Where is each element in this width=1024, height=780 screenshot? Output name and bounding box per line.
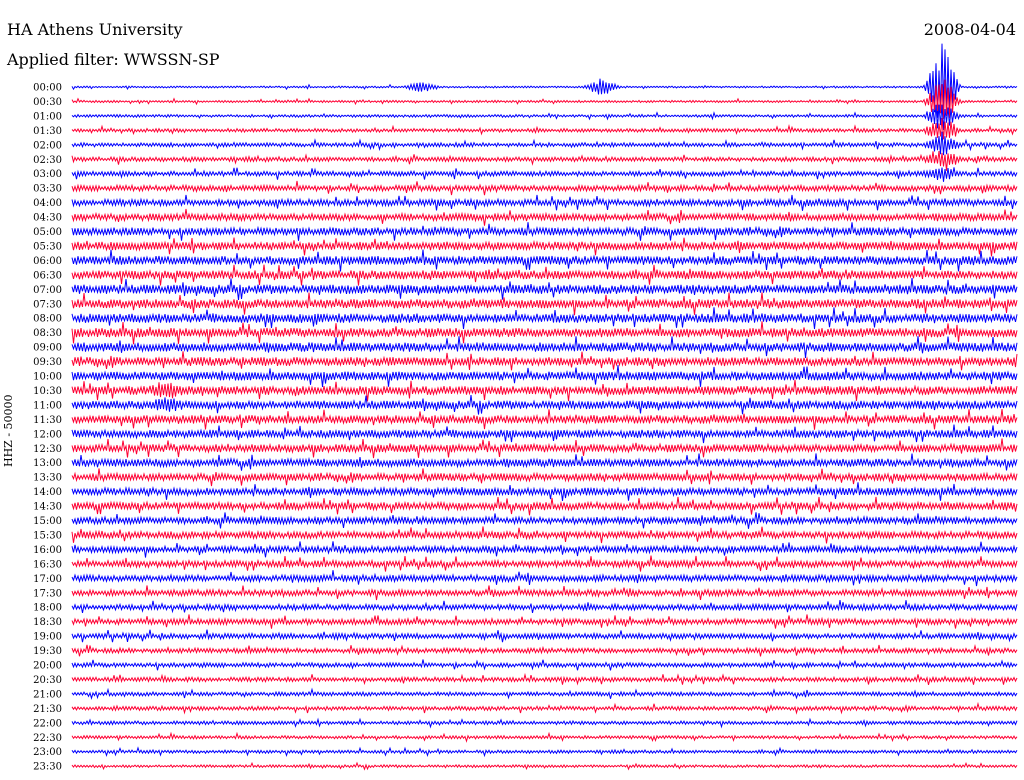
- trace-row-1200: [71, 424, 1018, 444]
- trace-row-2000: [71, 659, 1018, 671]
- trace-row-0530: [71, 237, 1018, 257]
- time-tick-label: 23:30: [33, 762, 62, 773]
- time-tick-label: 01:30: [33, 126, 62, 137]
- trace-row-1800: [71, 600, 1018, 614]
- trace-row-0130: [71, 118, 1018, 140]
- trace-row-1100: [71, 394, 1018, 415]
- time-tick-label: 12:00: [33, 429, 62, 440]
- trace-row-0730: [71, 292, 1018, 316]
- time-tick-label: 22:00: [33, 718, 62, 729]
- trace-row-1730: [71, 585, 1018, 601]
- trace-row-0400: [71, 194, 1018, 211]
- trace-row-1530: [71, 526, 1018, 544]
- time-tick-label: 09:30: [33, 357, 62, 368]
- time-tick-labels: 00:00 00:30 01:00 01:30 02:00 02:30 03:00 03:30…: [33, 83, 62, 773]
- time-tick-label: 23:00: [33, 747, 62, 758]
- time-tick-label: 14:00: [33, 487, 62, 498]
- time-tick-label: 13:30: [33, 473, 62, 484]
- time-tick-label: 00:30: [33, 97, 62, 108]
- trace-row-1600: [71, 541, 1018, 558]
- trace-row-0000: [71, 43, 1018, 118]
- trace-row-0300: [71, 167, 1018, 182]
- trace-row-2230: [71, 731, 1018, 743]
- seismogram-plot: 00:00 00:30 01:00 01:30 02:00 02:30 03:00 03:30…: [33, 43, 1018, 773]
- time-tick-label: 03:30: [33, 184, 62, 195]
- trace-row-1330: [71, 468, 1018, 487]
- trace-row-0900: [71, 336, 1018, 358]
- trace-row-1030: [71, 379, 1018, 402]
- trace-row-2200: [71, 717, 1018, 729]
- time-tick-label: 08:30: [33, 328, 62, 339]
- time-tick-label: 11:00: [33, 400, 62, 411]
- time-tick-label: 16:00: [33, 545, 62, 556]
- time-tick-label: 17:30: [33, 588, 62, 599]
- trace-row-0100: [71, 104, 1018, 131]
- trace-row-1900: [71, 629, 1018, 643]
- time-tick-label: 04:00: [33, 198, 62, 209]
- trace-row-0330: [71, 180, 1018, 196]
- trace-row-1000: [71, 364, 1018, 387]
- time-tick-label: 05:30: [33, 241, 62, 252]
- trace-row-1830: [71, 614, 1018, 629]
- time-tick-label: 15:30: [33, 530, 62, 541]
- trace-row-0600: [71, 249, 1018, 272]
- time-tick-label: 10:00: [33, 372, 62, 383]
- trace-row-0500: [71, 222, 1018, 241]
- time-tick-label: 17:00: [33, 574, 62, 585]
- time-tick-label: 00:00: [33, 83, 62, 94]
- time-tick-label: 06:30: [33, 270, 62, 281]
- trace-group: [71, 43, 1018, 771]
- time-tick-label: 05:00: [33, 227, 62, 238]
- time-tick-label: 04:30: [33, 213, 62, 224]
- trace-row-2030: [71, 672, 1018, 686]
- time-tick-label: 19:00: [33, 632, 62, 643]
- time-tick-label: 16:30: [33, 559, 62, 570]
- time-tick-label: 21:30: [33, 704, 62, 715]
- trace-row-1230: [71, 438, 1018, 459]
- time-tick-label: 21:00: [33, 689, 62, 700]
- trace-row-1300: [71, 453, 1018, 471]
- time-tick-label: 14:30: [33, 502, 62, 513]
- trace-row-0230: [71, 150, 1018, 171]
- time-tick-label: 06:00: [33, 256, 62, 267]
- trace-row-0430: [71, 208, 1018, 226]
- time-tick-label: 22:30: [33, 733, 62, 744]
- trace-row-1430: [71, 496, 1018, 516]
- time-tick-label: 12:30: [33, 444, 62, 455]
- time-tick-label: 02:00: [33, 140, 62, 151]
- time-tick-label: 18:00: [33, 603, 62, 614]
- trace-row-0930: [71, 351, 1018, 371]
- time-tick-label: 15:00: [33, 516, 62, 527]
- trace-row-0200: [71, 131, 1018, 156]
- time-tick-label: 02:30: [33, 155, 62, 166]
- trace-row-1630: [71, 555, 1018, 572]
- trace-row-0800: [71, 307, 1018, 330]
- trace-row-0630: [71, 264, 1018, 286]
- trace-row-1130: [71, 409, 1018, 430]
- time-tick-label: 01:00: [33, 111, 62, 122]
- trace-row-0700: [71, 278, 1018, 301]
- trace-row-1700: [71, 570, 1018, 587]
- trace-row-0030: [71, 79, 1018, 119]
- time-tick-label: 13:00: [33, 458, 62, 469]
- time-tick-label: 20:00: [33, 661, 62, 672]
- trace-row-2130: [71, 701, 1018, 715]
- time-tick-label: 11:30: [33, 415, 62, 426]
- time-tick-label: 19:30: [33, 646, 62, 657]
- trace-row-1500: [71, 512, 1018, 529]
- trace-row-1400: [71, 482, 1018, 501]
- time-tick-label: 18:30: [33, 617, 62, 628]
- trace-row-2300: [71, 746, 1018, 758]
- time-tick-label: 20:30: [33, 675, 62, 686]
- time-tick-label: 10:30: [33, 386, 62, 397]
- time-tick-label: 03:00: [33, 169, 62, 180]
- trace-row-1930: [71, 644, 1018, 657]
- time-tick-label: 08:00: [33, 314, 62, 325]
- trace-row-2330: [71, 761, 1018, 771]
- time-tick-label: 09:00: [33, 343, 62, 354]
- time-tick-label: 07:30: [33, 299, 62, 310]
- time-tick-label: 07:00: [33, 285, 62, 296]
- trace-row-2100: [71, 687, 1018, 701]
